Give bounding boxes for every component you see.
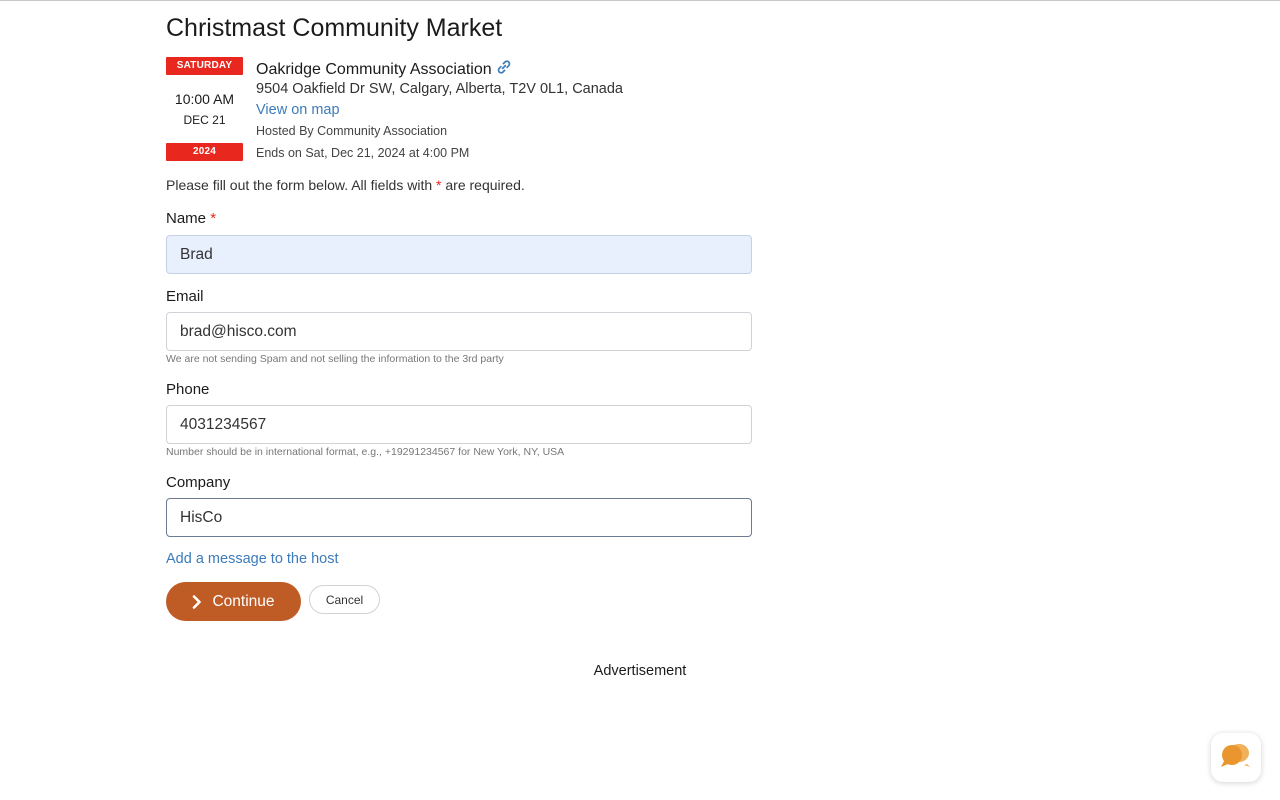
chat-bubbles-icon bbox=[1219, 741, 1253, 774]
form-intro-after: are required. bbox=[441, 177, 525, 193]
view-on-map-link[interactable]: View on map bbox=[256, 102, 340, 118]
calendar-date: DEC 21 bbox=[183, 113, 226, 127]
email-input[interactable] bbox=[166, 312, 752, 351]
phone-hint: Number should be in international format… bbox=[166, 446, 565, 458]
phone-input[interactable] bbox=[166, 405, 752, 444]
form-intro-before: Please fill out the form below. All fiel… bbox=[166, 177, 437, 193]
calendar-time: 10:00 AM bbox=[174, 91, 235, 107]
name-label: Name * bbox=[166, 210, 216, 227]
company-input[interactable] bbox=[166, 498, 752, 537]
page-title: Christmast Community Market bbox=[166, 14, 503, 42]
ends-on: Ends on Sat, Dec 21, 2024 at 4:00 PM bbox=[256, 146, 470, 160]
venue-name: Oakridge Community Association bbox=[256, 59, 512, 80]
chevron-right-icon bbox=[192, 594, 202, 609]
email-label: Email bbox=[166, 288, 204, 305]
top-border bbox=[0, 0, 1280, 1]
name-label-text: Name bbox=[166, 210, 207, 227]
continue-label: Continue bbox=[212, 592, 275, 610]
advertisement-label: Advertisement bbox=[593, 663, 687, 679]
email-hint: We are not sending Spam and not selling … bbox=[166, 353, 504, 365]
calendar-weekday: SATURDAY bbox=[166, 57, 243, 75]
hosted-by: Hosted By Community Association bbox=[256, 124, 448, 138]
name-required-star: * bbox=[210, 210, 217, 227]
venue-name-text: Oakridge Community Association bbox=[256, 61, 492, 78]
link-icon[interactable] bbox=[496, 59, 512, 80]
phone-label: Phone bbox=[166, 381, 210, 398]
calendar-year: 2024 bbox=[166, 143, 243, 161]
name-input[interactable] bbox=[166, 235, 752, 274]
venue-address: 9504 Oakfield Dr SW, Calgary, Alberta, T… bbox=[256, 81, 623, 97]
add-message-link[interactable]: Add a message to the host bbox=[166, 551, 339, 567]
form-intro: Please fill out the form below. All fiel… bbox=[166, 177, 525, 193]
company-label: Company bbox=[166, 474, 231, 491]
cancel-button[interactable]: Cancel bbox=[309, 585, 380, 614]
event-calendar-badge: SATURDAY 10:00 AM DEC 21 2024 bbox=[166, 57, 243, 161]
chat-widget-button[interactable] bbox=[1211, 733, 1261, 782]
continue-button[interactable]: Continue bbox=[166, 582, 301, 621]
